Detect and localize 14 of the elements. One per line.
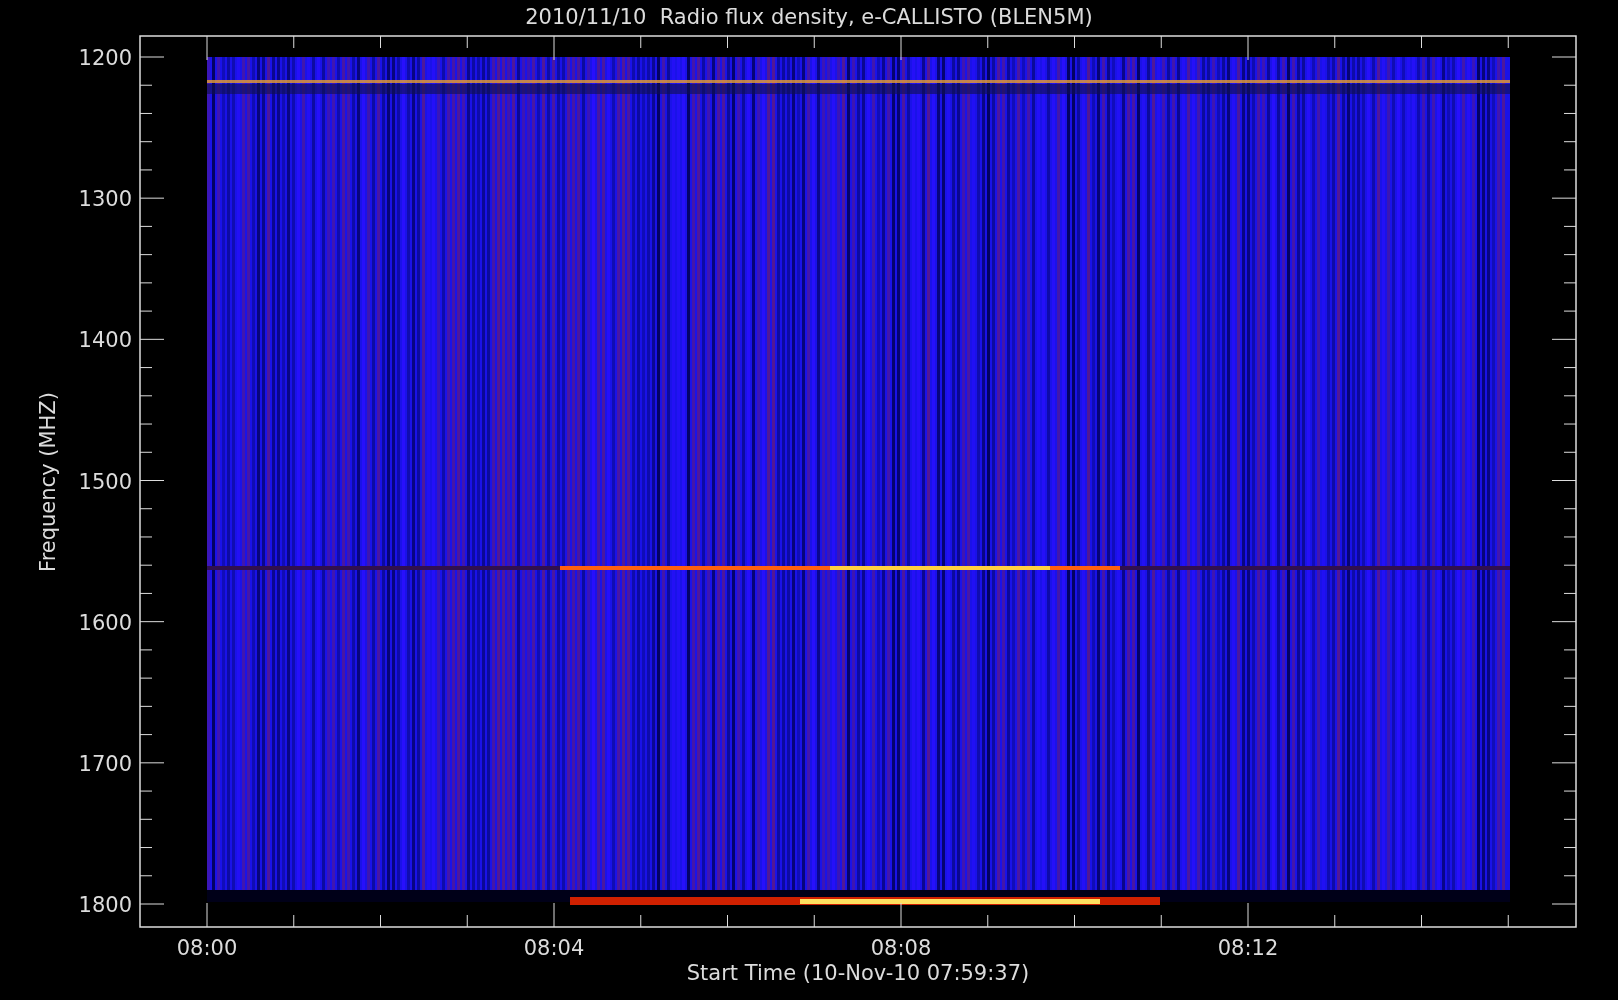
y-axis-label: Frequency (MHZ) [36, 392, 60, 572]
y-tick-label: 1300 [78, 187, 132, 212]
y-tick-label: 1800 [78, 893, 132, 917]
y-tick-label: 1700 [78, 751, 132, 776]
x-tick-label: 08:08 [870, 936, 932, 960]
x-tick-label: 08:12 [1217, 936, 1279, 960]
y-tick-label: 1500 [78, 469, 132, 494]
x-tick-label: 08:00 [176, 936, 238, 960]
x-tick-label: 08:04 [523, 936, 585, 960]
x-axis-label: Start Time (10-Nov-10 07:59:37) [686, 961, 1030, 985]
y-tick-label: 1200 [78, 46, 132, 70]
plot-title: 2010/11/10 Radio flux density, e-CALLISTO (BLEN5M) [525, 5, 1093, 29]
y-tick-label: 1600 [78, 610, 132, 635]
y-tick-label: 1400 [78, 328, 132, 353]
